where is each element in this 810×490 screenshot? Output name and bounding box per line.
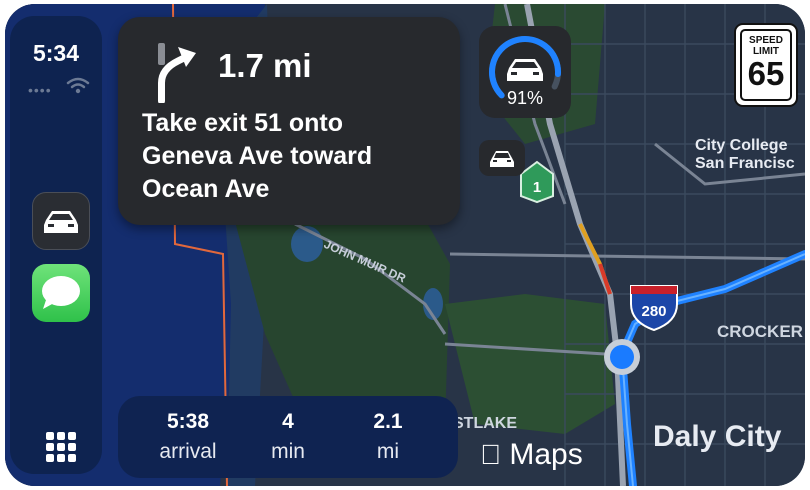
maneuver-distance: 1.7 mi: [218, 47, 312, 84]
maneuver-instruction: Take exit 51 onto Geneva Ave toward Ocea…: [142, 107, 442, 206]
status-time: 5:34: [32, 40, 80, 66]
instruction-line-2: Geneva Ave toward: [142, 142, 373, 170]
speed-limit-value: 65: [747, 55, 785, 92]
map-label-crocker: CROCKER: [717, 322, 803, 341]
duration-value: 4: [282, 410, 294, 433]
arrival-label: arrival: [159, 440, 217, 463]
trip-eta-panel[interactable]: 5:38 arrival 4 min 2.1 mi: [118, 396, 458, 478]
map-label-city-college: City College San Francisc: [695, 137, 795, 173]
car-icon: [490, 151, 514, 167]
instruction-line-3: Ocean Ave: [142, 175, 270, 203]
arrival-value: 5:38: [166, 410, 210, 433]
map-label-daly-city: Daly City: [653, 420, 782, 453]
app-grid-icon[interactable]: [42, 428, 80, 466]
instruction-line-1: Take exit 51 onto: [142, 109, 343, 137]
distance-value: 2.1: [373, 410, 403, 433]
wifi-icon: [66, 77, 90, 94]
battery-percent: 91%: [506, 88, 544, 108]
distance-label: mi: [376, 440, 400, 463]
interstate-280-label: 280: [641, 303, 666, 320]
car-app-button[interactable]: [32, 192, 90, 250]
speed-limit-label-1: SPEED: [749, 35, 783, 46]
bear-right-arrow-icon: [158, 43, 196, 103]
messages-app-button[interactable]: [32, 264, 90, 322]
arrival-time: 5:38 arrival: [128, 410, 248, 464]
vehicle-battery-widget[interactable]: 91%: [479, 26, 571, 118]
duration-label: min: [271, 440, 305, 463]
city-college-line1: City College: [695, 137, 788, 154]
turn-instruction-card[interactable]: 1.7 mi Take exit 51 onto Geneva Ave towa…: [118, 17, 460, 225]
trip-duration: 4 min: [238, 410, 338, 464]
car-icon: [44, 211, 78, 233]
carplay-sidebar: 5:34 ••••: [10, 16, 102, 474]
city-college-line2: San Francisc: [695, 155, 795, 172]
vehicle-chip-button[interactable]: [479, 140, 525, 176]
messages-icon: [42, 276, 80, 309]
carplay-screen: 1 280 JOHN MUIR DR City College San Fran…: [5, 4, 805, 486]
speed-limit-sign: SPEED LIMIT 65: [734, 23, 798, 107]
apple-maps-logo:  Maps: [480, 438, 583, 472]
trip-distance: 2.1 mi: [338, 410, 438, 464]
cellular-signal-icon: ••••: [28, 82, 52, 98]
map-label-lake: STLAKE: [453, 415, 517, 432]
apple-logo-icon: : [480, 439, 501, 470]
car-icon: [507, 59, 543, 81]
route-1-shield-label: 1: [533, 179, 541, 196]
maps-brand-text: Maps: [480, 438, 582, 471]
